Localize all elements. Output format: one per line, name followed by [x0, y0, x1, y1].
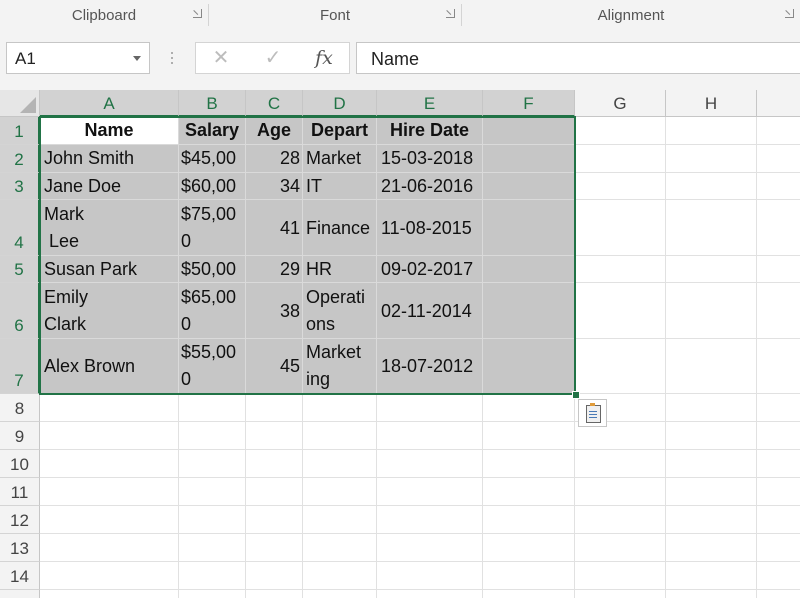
gridline: [40, 505, 800, 506]
spreadsheet-grid: A B C D E F G H 1 2 3 4 5 6 7 8 9 10 11 …: [0, 90, 800, 598]
row-header-8[interactable]: 8: [0, 394, 40, 422]
row-header-13[interactable]: 13: [0, 534, 40, 562]
selection-border: [39, 116, 576, 395]
gridline: [665, 117, 666, 598]
column-header-f[interactable]: F: [483, 90, 575, 117]
row-header-4[interactable]: 4: [0, 200, 40, 256]
column-header-d[interactable]: D: [303, 90, 377, 117]
row-header-1[interactable]: 1: [0, 117, 40, 145]
row-header-3[interactable]: 3: [0, 173, 40, 200]
formula-bar: A1 ✕ ✓ fx Name: [0, 30, 800, 90]
column-header-g[interactable]: G: [575, 90, 666, 117]
ribbon-group-clipboard: Clipboard: [0, 0, 208, 30]
gridline: [756, 117, 757, 598]
row-header-9[interactable]: 9: [0, 422, 40, 450]
font-group-label: Font: [319, 7, 350, 24]
row-header-11[interactable]: 11: [0, 478, 40, 506]
font-dialog-launcher-icon[interactable]: [446, 9, 455, 18]
ribbon-group-alignment: Alignment: [462, 0, 800, 30]
enter-icon[interactable]: ✓: [253, 43, 293, 73]
gridline: [40, 477, 800, 478]
cell-area[interactable]: Name Salary Age Depart Hire Date John Sm…: [39, 116, 800, 598]
formula-bar-grip-icon[interactable]: [170, 49, 174, 69]
column-header-i[interactable]: [757, 90, 800, 117]
gridline: [40, 589, 800, 590]
row-header-7[interactable]: 7: [0, 339, 40, 394]
select-all-button[interactable]: [0, 90, 40, 117]
alignment-dialog-launcher-icon[interactable]: [785, 9, 794, 18]
quick-analysis-icon: [586, 403, 601, 423]
column-header-a[interactable]: A: [40, 90, 179, 117]
row-header-10[interactable]: 10: [0, 450, 40, 478]
formula-buttons: ✕ ✓ fx: [195, 42, 350, 74]
gridline: [40, 533, 800, 534]
insert-function-icon[interactable]: fx: [304, 43, 344, 73]
column-header-h[interactable]: H: [666, 90, 757, 117]
name-box[interactable]: A1: [6, 42, 150, 74]
name-box-value: A1: [15, 49, 36, 68]
cancel-icon[interactable]: ✕: [201, 43, 241, 73]
ribbon-group-font: Font: [209, 0, 461, 30]
fill-handle[interactable]: [572, 391, 580, 399]
column-header-b[interactable]: B: [179, 90, 246, 117]
row-header-14[interactable]: 14: [0, 562, 40, 590]
gridline: [40, 449, 800, 450]
formula-input-value: Name: [371, 49, 420, 69]
ribbon-group-labels: Clipboard Font Alignment: [0, 0, 800, 31]
alignment-group-label: Alignment: [597, 7, 665, 24]
gridline: [40, 421, 800, 422]
row-header-6[interactable]: 6: [0, 283, 40, 339]
clipboard-group-label: Clipboard: [71, 7, 137, 24]
row-header-15[interactable]: [0, 590, 40, 598]
column-header-c[interactable]: C: [246, 90, 303, 117]
clipboard-dialog-launcher-icon[interactable]: [193, 9, 202, 18]
row-header-12[interactable]: 12: [0, 506, 40, 534]
quick-analysis-button[interactable]: [578, 399, 607, 427]
gridline: [40, 561, 800, 562]
chevron-down-icon[interactable]: [133, 56, 141, 61]
formula-input[interactable]: Name: [356, 42, 800, 74]
row-header-2[interactable]: 2: [0, 145, 40, 173]
row-header-5[interactable]: 5: [0, 256, 40, 283]
column-header-e[interactable]: E: [377, 90, 483, 117]
